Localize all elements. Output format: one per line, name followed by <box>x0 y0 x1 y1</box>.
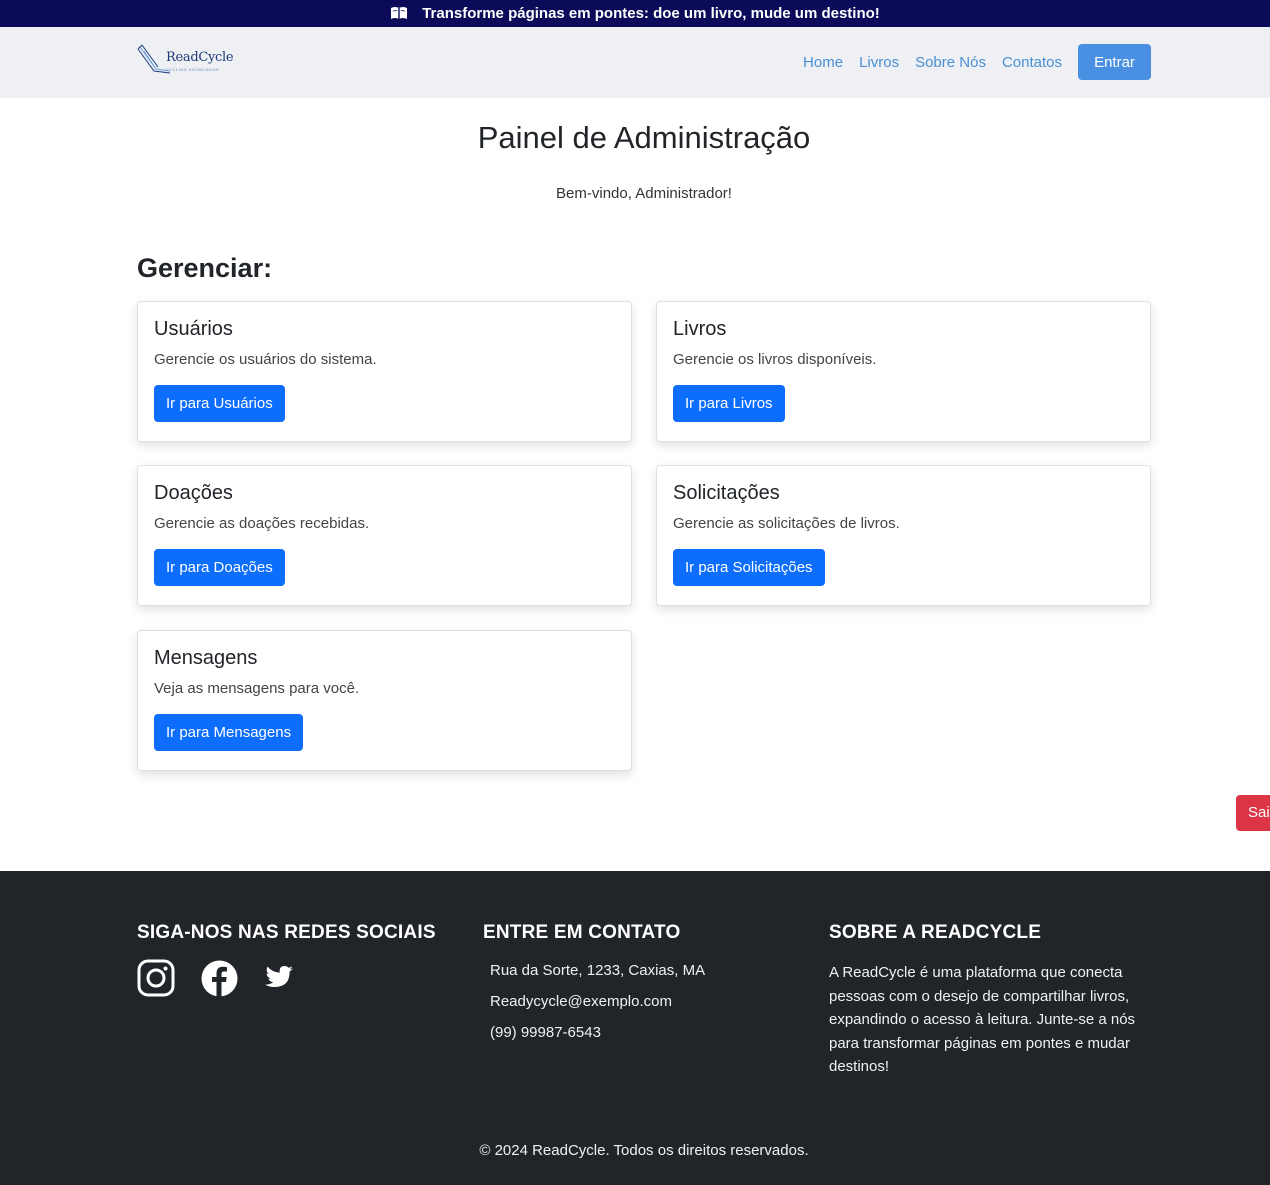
card-title: Usuários <box>154 318 233 340</box>
card-usuarios: Usuários Gerencie os usuários do sistema… <box>137 301 632 442</box>
footer-copyright: © 2024 ReadCycle. Todos os direitos rese… <box>479 1142 809 1159</box>
card-solicitacoes: Solicitações Gerencie as solicitações de… <box>656 465 1151 606</box>
footer-phone: (99) 99987-6543 <box>490 1024 601 1041</box>
nav-links: Home Livros Sobre Nós Contatos Entrar <box>803 44 1151 80</box>
book-icon <box>390 6 408 20</box>
go-to-doacoes-button[interactable]: Ir para Doações <box>154 549 285 586</box>
card-doacoes: Doações Gerencie as doações recebidas. I… <box>137 465 632 606</box>
instagram-icon[interactable] <box>137 959 175 1002</box>
footer-about-title: SOBRE A READCYCLE <box>829 922 1042 943</box>
logout-button[interactable]: Sair <box>1236 795 1270 831</box>
announcement-text: Transforme páginas em pontes: doe um liv… <box>422 5 880 22</box>
announcement-bar: Transforme páginas em pontes: doe um liv… <box>0 0 1270 27</box>
readcycle-logo[interactable]: ReadCycle CYCLING KNOWLEDGE <box>136 41 234 85</box>
nav-link-livros[interactable]: Livros <box>859 54 899 71</box>
card-description: Gerencie os livros disponíveis. <box>673 351 877 368</box>
go-to-mensagens-button[interactable]: Ir para Mensagens <box>154 714 304 751</box>
go-to-livros-button[interactable]: Ir para Livros <box>673 385 785 422</box>
card-livros: Livros Gerencie os livros disponíveis. I… <box>656 301 1151 442</box>
card-title: Mensagens <box>154 647 258 669</box>
go-to-usuarios-button[interactable]: Ir para Usuários <box>154 385 285 422</box>
section-title: Gerenciar: <box>137 253 273 283</box>
card-description: Gerencie os usuários do sistema. <box>154 351 377 368</box>
footer-contact-title: ENTRE EM CONTATO <box>483 922 681 943</box>
card-description: Gerencie as solicitações de livros. <box>673 515 900 532</box>
footer-social-title: SIGA-NOS NAS REDES SOCIAIS <box>137 922 436 943</box>
card-title: Solicitações <box>673 482 780 504</box>
page-title: Painel de Administração <box>477 120 811 155</box>
nav-link-home[interactable]: Home <box>803 54 843 71</box>
facebook-icon[interactable] <box>201 960 238 1002</box>
card-title: Doações <box>154 482 233 504</box>
nav-link-sobre-nos[interactable]: Sobre Nós <box>915 54 986 71</box>
footer: SIGA-NOS NAS REDES SOCIAIS ENTRE EM CONT… <box>0 871 1270 1185</box>
footer-about-text: A ReadCycle é uma plataforma que conecta… <box>829 964 1136 1075</box>
login-button[interactable]: Entrar <box>1078 44 1151 80</box>
nav-link-contatos[interactable]: Contatos <box>1002 54 1062 71</box>
card-mensagens: Mensagens Veja as mensagens para você. I… <box>137 630 632 771</box>
welcome-message: Bem-vindo, Administrador! <box>556 185 732 202</box>
card-title: Livros <box>673 318 727 340</box>
card-description: Veja as mensagens para você. <box>154 680 360 697</box>
logo-text: ReadCycle <box>166 50 234 65</box>
twitter-icon[interactable] <box>264 965 294 996</box>
logo-subtitle: CYCLING KNOWLEDGE <box>166 67 220 72</box>
go-to-solicitacoes-button[interactable]: Ir para Solicitações <box>673 549 825 586</box>
social-links <box>137 959 320 1002</box>
card-description: Gerencie as doações recebidas. <box>154 515 370 532</box>
navbar: ReadCycle CYCLING KNOWLEDGE Home Livros … <box>0 27 1270 98</box>
footer-email[interactable]: Readycycle@exemplo.com <box>490 993 672 1010</box>
footer-address: Rua da Sorte, 1233, Caxias, MA <box>490 962 706 979</box>
